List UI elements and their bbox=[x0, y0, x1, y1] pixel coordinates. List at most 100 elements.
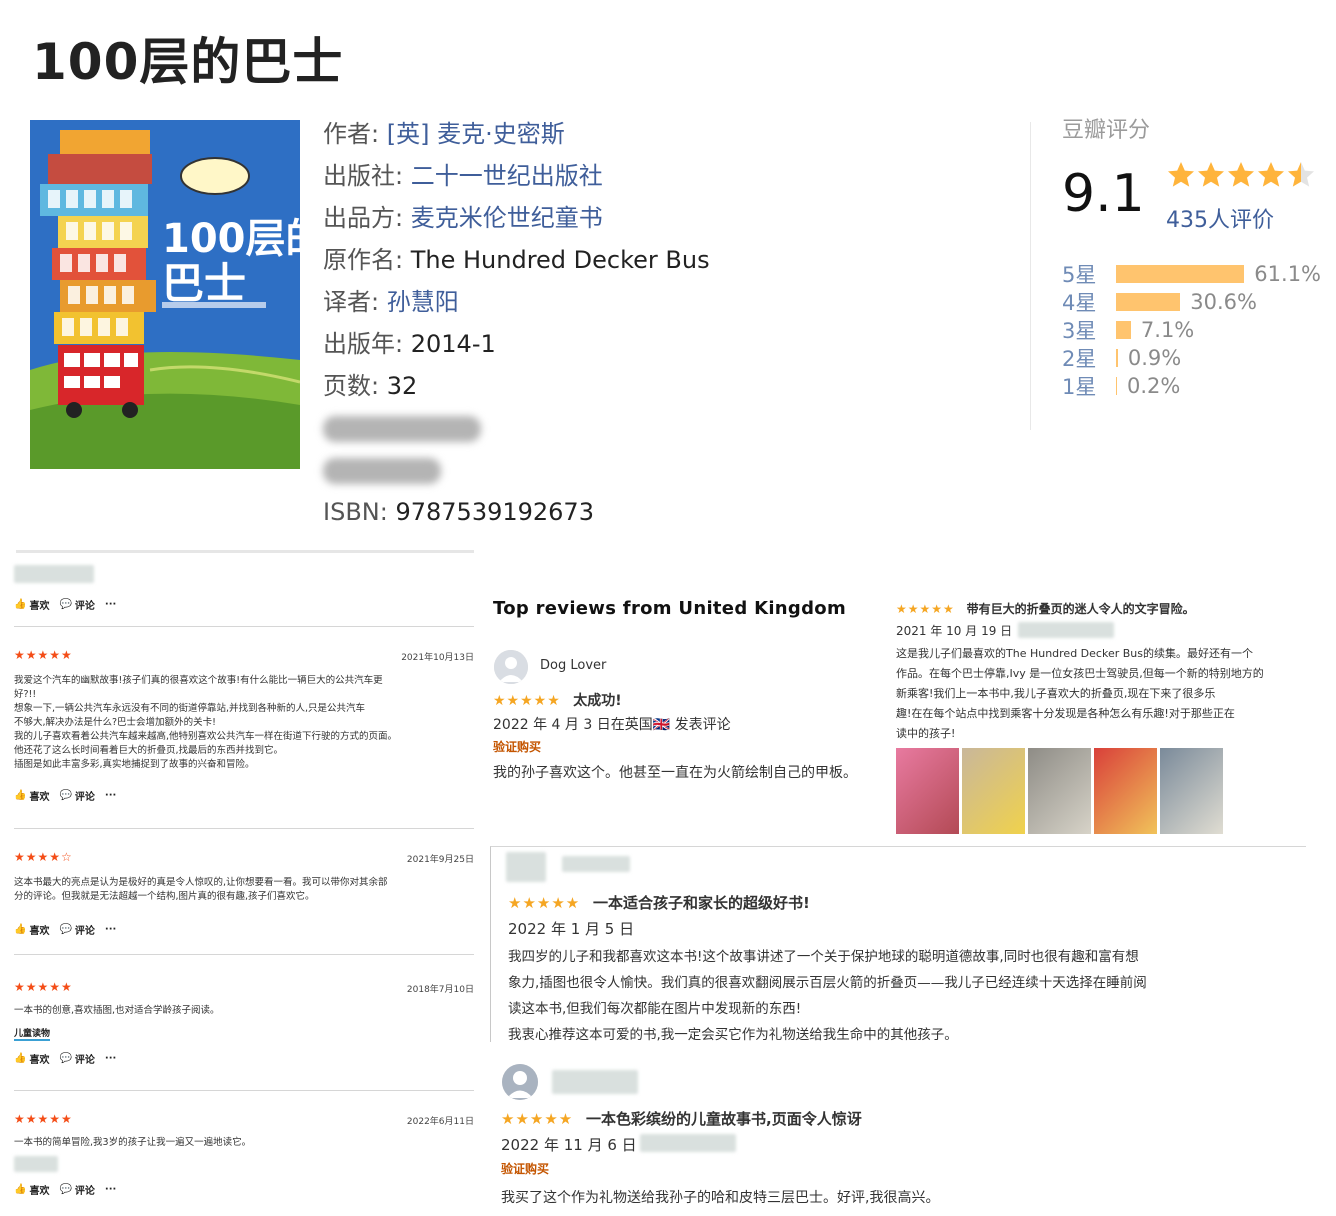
review-stars-icon: ★★★★★ bbox=[896, 602, 955, 616]
like-button[interactable]: 👍 喜欢 bbox=[14, 788, 49, 803]
verified-purchase-badge: 验证购买 bbox=[501, 1162, 550, 1176]
blurred-username bbox=[14, 1156, 58, 1172]
year-label: 出版年: bbox=[323, 330, 404, 358]
review-line: 想象一下,一辆公共汽车永远没有不同的街道停靠站,并找到各种新的人,只是公共汽车 bbox=[14, 703, 366, 714]
review-stars-icon: ★★★★★ bbox=[501, 1110, 574, 1128]
rating-dist-percent: 61.1% bbox=[1254, 262, 1322, 286]
blurred-username bbox=[562, 856, 630, 872]
comment-icon: 💬 bbox=[59, 1184, 72, 1195]
book-cover-image[interactable]: 100层的 巴士 bbox=[30, 120, 300, 469]
review-divider bbox=[14, 626, 474, 627]
review-photo[interactable] bbox=[896, 748, 959, 834]
isbn-value: 9787539192673 bbox=[395, 498, 594, 526]
thumb-up-icon: 👍 bbox=[14, 599, 27, 610]
original-title-value: The Hundred Decker Bus bbox=[410, 246, 710, 274]
review-line: 我爱这个汽车的幽默故事!孩子们真的很喜欢这个故事!有什么能比一辆巨大的公共汽车更 bbox=[14, 675, 383, 686]
review-text: 这本书最大的亮点是认为是极好的真是令人惊叹的,让你想要看一看。我可以带你对其余部… bbox=[14, 876, 476, 904]
review-tag[interactable]: 儿童读物 bbox=[14, 1026, 51, 1041]
rating-dist-row: 2星 0.9% bbox=[1062, 344, 1321, 372]
review-item: ★★★★★ 2021年10月13日 我爱这个汽车的幽默故事!孩子们真的很喜欢这个… bbox=[14, 648, 476, 803]
like-label: 喜欢 bbox=[29, 792, 50, 803]
pages-label: 页数: bbox=[323, 372, 380, 400]
author-row: 作者: [英] 麦克·史密斯 bbox=[323, 116, 743, 158]
comment-icon: 💬 bbox=[59, 790, 72, 801]
comment-icon: 💬 bbox=[59, 599, 72, 610]
review-line: 读中的孩子! bbox=[896, 727, 956, 740]
like-label: 喜欢 bbox=[29, 926, 50, 937]
reply-button[interactable]: 💬 评论 bbox=[59, 1051, 94, 1066]
rating-dist-row: 4星 30.6% bbox=[1062, 288, 1321, 316]
isbn-label: ISBN: bbox=[323, 498, 388, 526]
comment-icon: 💬 bbox=[59, 924, 72, 935]
review-photo[interactable] bbox=[962, 748, 1025, 834]
more-button[interactable]: ··· bbox=[105, 599, 116, 610]
review-date: 2022 年 4 月 3 日在英国🇬🇧 发表评论 bbox=[493, 717, 731, 733]
rating-star bbox=[1198, 162, 1224, 187]
more-button[interactable]: ··· bbox=[105, 1184, 116, 1195]
rating-dist-star-label: 1星 bbox=[1062, 375, 1097, 399]
reply-label: 评论 bbox=[74, 792, 95, 803]
rating-dist-bar bbox=[1116, 349, 1118, 367]
review-line: 我四岁的儿子和我都喜欢这本书!这个故事讲述了一个关于保护地球的聪明道德故事,同时… bbox=[508, 949, 1139, 965]
reply-button[interactable]: 💬 评论 bbox=[59, 788, 94, 803]
author-link[interactable]: [英] 麦克·史密斯 bbox=[387, 120, 565, 148]
more-button[interactable]: ··· bbox=[105, 790, 116, 801]
reviews-top-divider bbox=[16, 550, 474, 553]
like-button[interactable]: 👍 喜欢 bbox=[14, 597, 49, 612]
thumb-up-icon: 👍 bbox=[14, 1184, 27, 1195]
rating-dist-percent: 0.9% bbox=[1127, 346, 1182, 370]
producer-row: 出品方: 麦克米伦世纪童书 bbox=[323, 200, 743, 242]
review-actions: 👍 喜欢 💬 评论 ··· bbox=[14, 922, 476, 937]
review-photo[interactable] bbox=[1094, 748, 1157, 834]
user-avatar-icon[interactable] bbox=[494, 650, 528, 684]
review-headline: ★★★★★ 带有巨大的折叠页的迷人令人的文字冒险。 bbox=[896, 600, 1195, 617]
reply-label: 评论 bbox=[74, 601, 95, 612]
more-button[interactable]: ··· bbox=[105, 924, 116, 935]
reply-button[interactable]: 💬 评论 bbox=[59, 922, 94, 937]
like-button[interactable]: 👍 喜欢 bbox=[14, 1182, 49, 1197]
like-button[interactable]: 👍 喜欢 bbox=[14, 1051, 49, 1066]
translator-label: 译者: bbox=[323, 288, 380, 316]
review-line: 象力,插图也很令人愉快。我们真的很喜欢翻阅展示百层火箭的折叠页——我儿子已经连续… bbox=[508, 975, 1147, 991]
review-date: 2021年9月25日 bbox=[406, 855, 474, 865]
review-photo[interactable] bbox=[1160, 748, 1223, 834]
rating-label: 豆瓣评分 bbox=[1062, 118, 1151, 143]
amazon-section-title: Top reviews from United Kingdom bbox=[493, 598, 846, 619]
user-avatar-icon[interactable] bbox=[502, 1064, 538, 1100]
pages-row: 页数: 32 bbox=[323, 368, 743, 410]
rating-dist-bar bbox=[1116, 321, 1131, 339]
review-text: 我四岁的儿子和我都喜欢这本书!这个故事讲述了一个关于保护地球的聪明道德故事,同时… bbox=[508, 944, 1304, 1048]
review-title[interactable]: 带有巨大的折叠页的迷人令人的文字冒险。 bbox=[967, 602, 1195, 616]
reply-button[interactable]: 💬 评论 bbox=[59, 1182, 94, 1197]
review-title[interactable]: 一本色彩缤纷的儿童故事书,页面令人惊讶 bbox=[586, 1110, 862, 1128]
blurred-text bbox=[323, 416, 481, 442]
rating-star bbox=[1228, 162, 1254, 187]
review-photo[interactable] bbox=[1028, 748, 1091, 834]
publisher-link[interactable]: 二十一世纪出版社 bbox=[411, 162, 603, 190]
like-button[interactable]: 👍 喜欢 bbox=[14, 922, 49, 937]
review-line: 分的评论。但我就是无法超越一个结构,图片真的很有趣,孩子们喜欢它。 bbox=[14, 891, 315, 902]
review-text: 我买了这个作为礼物送给我孙子的哈和皮特三层巴士。好评,我很高兴。 bbox=[501, 1190, 940, 1206]
more-button[interactable]: ··· bbox=[105, 1053, 116, 1064]
review-title[interactable]: 太成功! bbox=[573, 693, 621, 709]
reviewer-name[interactable]: Dog Lover bbox=[540, 658, 606, 673]
review-title[interactable]: 一本适合孩子和家长的超级好书! bbox=[593, 894, 810, 912]
review-item: ★★★★★ 2018年7月10日 一本书的创意,喜欢插图,也对适合学龄孩子阅读。… bbox=[14, 980, 476, 1066]
review-photo-strip bbox=[896, 748, 1223, 834]
svg-text:100层的: 100层的 bbox=[162, 216, 300, 262]
review-line: 我衷心推荐这本可爱的书,我一定会买它作为礼物送给我生命中的其他孩子。 bbox=[508, 1027, 958, 1043]
rating-dist-percent: 30.6% bbox=[1190, 290, 1257, 314]
rating-stars-icon bbox=[1168, 162, 1314, 187]
translator-link[interactable]: 孙慧阳 bbox=[387, 288, 459, 316]
book-metadata: 作者: [英] 麦克·史密斯 出版社: 二十一世纪出版社 出品方: 麦克米伦世纪… bbox=[323, 116, 743, 536]
producer-link[interactable]: 麦克米伦世纪童书 bbox=[411, 204, 603, 232]
isbn-row: ISBN: 9787539192673 bbox=[323, 494, 743, 536]
translator-row: 译者: 孙慧阳 bbox=[323, 284, 743, 326]
rating-count-link[interactable]: 435人评价 bbox=[1166, 202, 1274, 234]
svg-text:巴士: 巴士 bbox=[162, 259, 246, 308]
reply-button[interactable]: 💬 评论 bbox=[59, 597, 94, 612]
review-stars-icon: ★★★★★ bbox=[493, 693, 561, 709]
review-date: 2022 年 11 月 6 日 bbox=[501, 1136, 637, 1154]
review-line: 插图是如此丰富多彩,真实地捕捉到了故事的兴奋和冒险。 bbox=[14, 759, 255, 770]
reply-label: 评论 bbox=[74, 926, 95, 937]
